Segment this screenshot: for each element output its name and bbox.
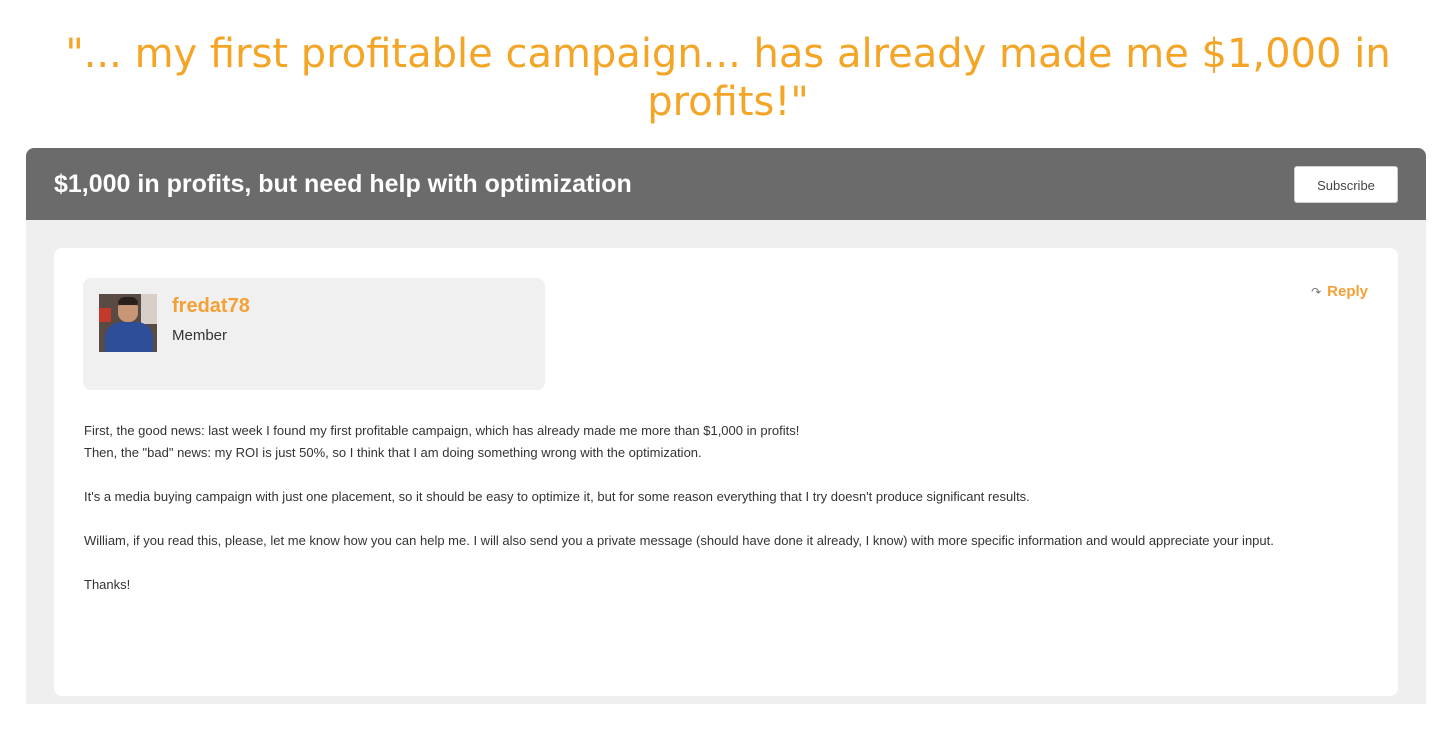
post-paragraph: Then, the "bad" news: my ROI is just 50%… — [84, 445, 702, 460]
thread-title: $1,000 in profits, but need help with op… — [54, 170, 632, 198]
subscribe-button[interactable]: Subscribe — [1294, 166, 1398, 203]
reply-arrow-icon: ↷ — [1311, 285, 1322, 299]
post-paragraph: William, if you read this, please, let m… — [84, 533, 1274, 548]
post-paragraph: It's a media buying campaign with just o… — [84, 489, 1030, 504]
avatar[interactable] — [99, 294, 157, 352]
author-card: fredat78 Member — [83, 278, 545, 390]
thread-header: $1,000 in profits, but need help with op… — [26, 148, 1426, 220]
post-paragraph: Thanks! — [84, 577, 131, 592]
author-role: Member — [172, 327, 228, 344]
author-name[interactable]: fredat78 — [172, 294, 250, 318]
quote-headline: "... my first profitable campaign... has… — [65, 31, 1391, 125]
post-paragraph: First, the good news: last week I found … — [84, 423, 800, 438]
forum-thread: $1,000 in profits, but need help with op… — [26, 148, 1426, 704]
post-body: First, the good news: last week I found … — [84, 420, 1374, 596]
reply-label: Reply — [1327, 283, 1368, 300]
reply-button[interactable]: ↷ Reply — [1311, 282, 1368, 302]
forum-post: fredat78 Member ↷ Reply First, the good … — [54, 248, 1398, 696]
